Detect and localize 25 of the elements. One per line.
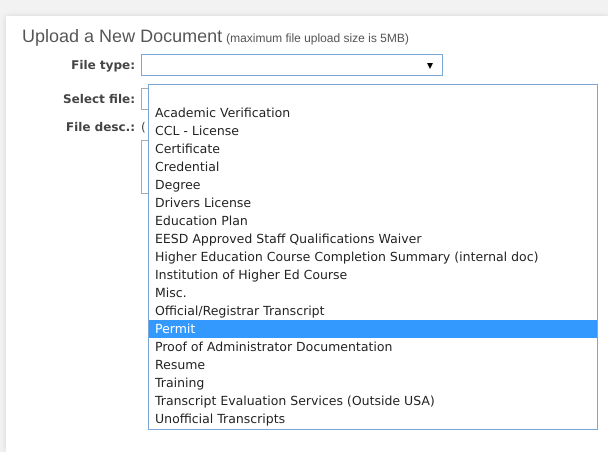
dropdown-option[interactable]: Unofficial Transcripts xyxy=(149,410,597,428)
dropdown-option[interactable]: Training xyxy=(149,374,597,392)
dropdown-option[interactable]: Drivers License xyxy=(149,194,597,212)
dropdown-option[interactable]: Higher Education Course Completion Summary (internal doc) xyxy=(149,248,597,266)
dropdown-option[interactable]: Official/Registrar Transcript xyxy=(149,302,597,320)
dropdown-option[interactable]: Certificate xyxy=(149,140,597,158)
dropdown-option[interactable]: Transcript Evaluation Services (Outside USA) xyxy=(149,392,597,410)
dropdown-option[interactable]: CCL - License xyxy=(149,122,597,140)
page-title: Upload a New Document xyxy=(22,26,222,47)
dropdown-option[interactable]: EESD Approved Staff Qualifications Waiver xyxy=(149,230,597,248)
field-hint: ( xyxy=(141,119,146,136)
dropdown-option[interactable]: Degree xyxy=(149,176,597,194)
field-label: Select file: xyxy=(62,91,136,108)
dropdown-option[interactable]: Proof of Administrator Documentation xyxy=(149,338,597,356)
dropdown-option[interactable]: Institution of Higher Ed Course xyxy=(149,266,597,284)
dropdown-option[interactable]: Credential xyxy=(149,158,597,176)
dropdown-option[interactable]: Misc. xyxy=(149,284,597,302)
dropdown-option[interactable]: Resume xyxy=(149,356,597,374)
caret-icon xyxy=(427,63,433,69)
upload-size-note: (maximum file upload size is 5MB) xyxy=(226,31,409,45)
file-type-select[interactable] xyxy=(141,54,443,76)
dropdown-option[interactable]: Academic Verification xyxy=(149,104,597,122)
dropdown-option[interactable]: Education Plan xyxy=(149,212,597,230)
field-label: File desc.: xyxy=(64,119,136,136)
field-label: File type: xyxy=(70,57,136,74)
